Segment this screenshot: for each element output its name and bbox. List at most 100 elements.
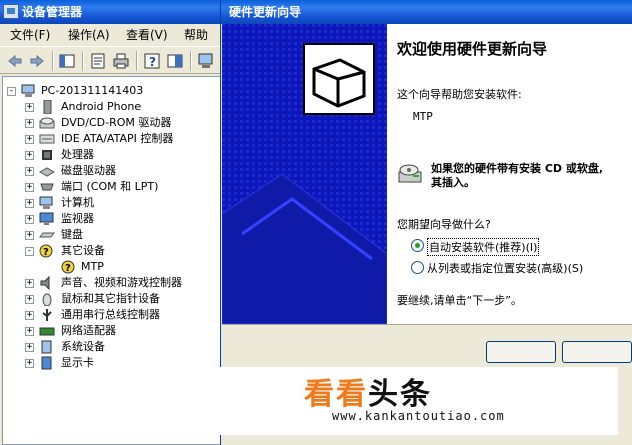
back-button[interactable] <box>486 341 556 363</box>
tree-item[interactable]: + 处理器 <box>3 147 221 163</box>
tree-item[interactable]: - ? 其它设备 <box>3 243 221 259</box>
option-manual-install[interactable]: 从列表或指定位置安装(高级)(S) <box>411 260 631 276</box>
expand-icon[interactable]: + <box>25 103 34 112</box>
print-icon[interactable] <box>112 52 130 70</box>
display-adapter-icon <box>39 356 55 370</box>
usb-icon <box>39 308 55 322</box>
expand-icon[interactable]: + <box>25 183 34 192</box>
tree-item-label: 处理器 <box>61 148 94 161</box>
view-icon[interactable] <box>166 52 184 70</box>
disk-drive-icon <box>38 164 56 178</box>
wizard-device-name: MTP <box>413 110 433 123</box>
computer-root-icon <box>21 84 37 98</box>
collapse-icon[interactable]: - <box>7 87 16 96</box>
tree-item-label: 通用串行总线控制器 <box>61 308 160 321</box>
tree-item[interactable]: + 通用串行总线控制器 <box>3 307 221 323</box>
forward-arrow-icon[interactable] <box>28 52 46 70</box>
tree-item-label: IDE ATA/ATAPI 控制器 <box>61 132 174 145</box>
next-button[interactable] <box>562 341 632 363</box>
tree-item[interactable]: + 监视器 <box>3 211 221 227</box>
option-manual-install-label: 从列表或指定位置安装(高级)(S) <box>427 262 584 275</box>
tree-item-child[interactable]: ? MTP <box>3 259 221 275</box>
sound-icon <box>39 275 55 291</box>
back-arrow-icon[interactable] <box>6 52 24 70</box>
wizard-hardware-graphic <box>222 24 387 324</box>
expand-icon[interactable]: + <box>25 343 34 352</box>
tree-item-label: 鼠标和其它指针设备 <box>61 292 160 305</box>
expand-icon[interactable]: + <box>25 151 34 160</box>
tree-item[interactable]: + 键盘 <box>3 227 221 243</box>
expand-icon[interactable]: + <box>25 167 34 176</box>
tree-item-label: 磁盘驱动器 <box>61 164 116 177</box>
system-device-icon <box>39 340 55 354</box>
radio-manual-install[interactable] <box>411 261 424 274</box>
port-icon <box>39 180 55 194</box>
network-adapter-icon <box>39 324 55 338</box>
expand-icon[interactable]: + <box>25 327 34 336</box>
wizard-titlebar[interactable]: 硬件更新向导 <box>221 0 632 24</box>
tree-item[interactable]: + DVD/CD-ROM 驱动器 <box>3 115 221 131</box>
ide-controller-icon <box>39 132 55 146</box>
tree-item[interactable]: + 网络适配器 <box>3 323 221 339</box>
tree-item[interactable]: + 声音、视频和游戏控制器 <box>3 275 221 291</box>
watermark-logo: 看看头条 <box>304 369 432 413</box>
option-auto-install[interactable]: 自动安装软件(推荐)(I) <box>411 238 611 256</box>
tree-item[interactable]: + IDE ATA/ATAPI 控制器 <box>3 131 221 147</box>
tree-root[interactable]: - PC-201311141403 <box>3 83 221 99</box>
properties-icon[interactable] <box>89 52 107 70</box>
tree-item[interactable]: + Android Phone <box>3 99 221 115</box>
tree-item-label: Android Phone <box>61 100 142 113</box>
svg-text:?: ? <box>149 55 156 69</box>
cd-drive-icon <box>397 158 425 186</box>
menu-action[interactable]: 操作(A) <box>68 24 110 46</box>
cdrom-icon <box>39 116 55 130</box>
watermark-url: www.kankantoutiao.com <box>332 409 505 423</box>
option-auto-install-label: 自动安装软件(推荐)(I) <box>427 238 540 256</box>
tree-item-label: 系统设备 <box>61 340 105 353</box>
radio-auto-install[interactable] <box>411 239 424 252</box>
watermark: 看看头条 www.kankantoutiao.com <box>186 367 618 435</box>
menu-file[interactable]: 文件(F) <box>10 24 50 46</box>
tree-item-label: 其它设备 <box>61 244 105 257</box>
tree-item-label: DVD/CD-ROM 驱动器 <box>61 116 172 129</box>
watermark-brand-part2: 头条 <box>368 377 432 412</box>
expand-icon[interactable]: + <box>25 311 34 320</box>
unknown-device-icon: ? <box>39 244 55 258</box>
tree-item[interactable]: + 磁盘驱动器 <box>3 163 221 179</box>
menu-view[interactable]: 查看(V) <box>126 24 168 46</box>
tree-item-label: 键盘 <box>61 228 83 241</box>
tree-item-label: 声音、视频和游戏控制器 <box>61 276 182 289</box>
tree-item-label: 显示卡 <box>61 356 94 369</box>
tree-item[interactable]: + 系统设备 <box>3 339 221 355</box>
tree-item[interactable]: + 计算机 <box>3 195 221 211</box>
expand-icon[interactable]: + <box>25 119 34 128</box>
collapse-icon[interactable]: - <box>25 247 34 256</box>
expand-icon[interactable]: + <box>25 295 34 304</box>
expand-icon[interactable]: + <box>25 135 34 144</box>
svg-text:?: ? <box>43 247 49 258</box>
keyboard-icon <box>39 228 55 242</box>
expand-icon[interactable]: + <box>25 231 34 240</box>
wizard-content: 欢迎使用硬件更新向导 这个向导帮助您安装软件: MTP 如果您的硬件带有安装 C… <box>387 24 632 324</box>
scan-hardware-icon[interactable] <box>197 52 215 70</box>
wizard-side-panel <box>222 24 387 324</box>
tree-item[interactable]: + 端口 (COM 和 LPT) <box>3 179 221 195</box>
cd-note-line2: 其插入。 <box>431 176 475 189</box>
show-hide-tree-icon[interactable] <box>58 52 76 70</box>
wizard-heading: 欢迎使用硬件更新向导 <box>397 40 548 58</box>
wizard-title: 硬件更新向导 <box>229 5 302 19</box>
help-icon[interactable]: ? <box>143 52 161 70</box>
expand-icon[interactable]: + <box>25 359 34 368</box>
watermark-brand-part1: 看看 <box>304 377 368 412</box>
expand-icon[interactable]: + <box>25 215 34 224</box>
tree-item-label: MTP <box>81 260 104 273</box>
device-manager-app-icon <box>3 4 19 19</box>
tree-item[interactable]: + 鼠标和其它指针设备 <box>3 291 221 307</box>
expand-icon[interactable]: + <box>25 199 34 208</box>
wizard-continue-text: 要继续,请单击“下一步”。 <box>397 294 522 307</box>
phone-icon <box>39 99 55 115</box>
monitor-icon <box>39 212 55 226</box>
expand-icon[interactable]: + <box>25 279 34 288</box>
menu-help[interactable]: 帮助 <box>184 24 208 46</box>
tree-item-label: 网络适配器 <box>61 324 116 337</box>
